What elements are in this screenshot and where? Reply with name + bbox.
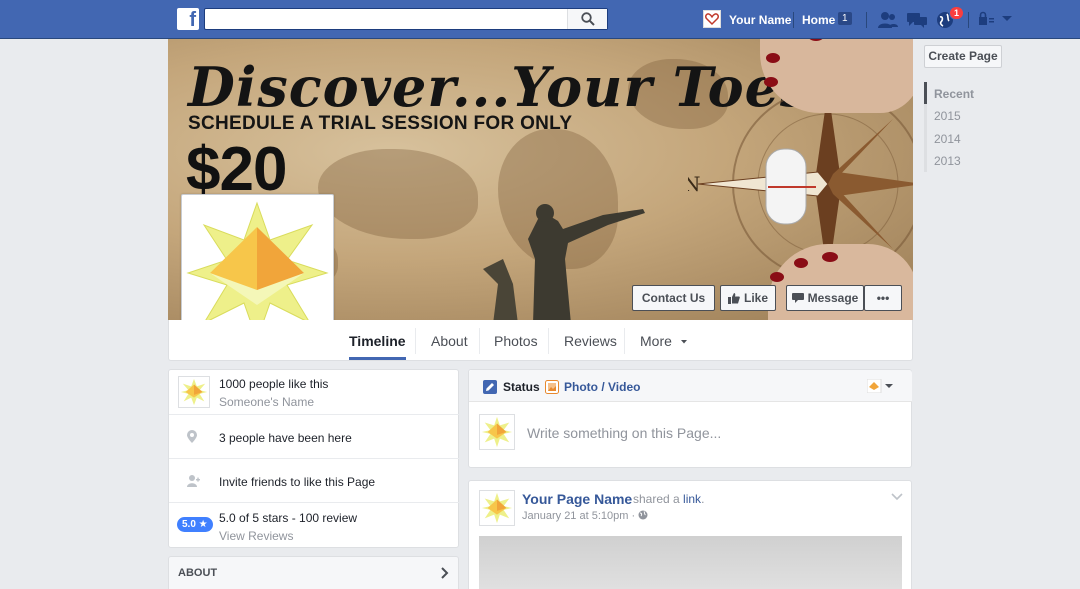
account-menu-chevron-down-icon[interactable] <box>1001 15 1013 23</box>
nav-divider <box>968 12 969 28</box>
caret-down-icon <box>680 340 687 344</box>
invite-friends-link[interactable]: Invite friends to like this Page <box>219 475 375 489</box>
page-info-card: 1000 people like this Someone's Name 3 p… <box>168 369 460 548</box>
top-navigation-bar: f Your Name Home 1 1 <box>0 0 1080 39</box>
search-icon <box>581 12 595 26</box>
location-pin-icon <box>187 430 197 443</box>
compass-north-label: N <box>688 172 701 196</box>
statue-image <box>483 204 645 320</box>
user-name-link[interactable]: Your Name <box>729 13 791 27</box>
create-page-button[interactable]: Create Page <box>924 45 1002 68</box>
message-button[interactable]: Message <box>786 285 864 311</box>
toenail <box>770 272 784 282</box>
post-timestamp[interactable]: January 21 at 5:10pm · <box>522 510 648 522</box>
page-avatar-small-icon <box>178 376 210 408</box>
post-link-image[interactable] <box>479 536 902 589</box>
rating-badge: 5.0 ★ <box>177 517 213 532</box>
tab-about[interactable]: About <box>431 320 468 360</box>
liker-name-link[interactable]: Someone's Name <box>219 395 314 409</box>
toenail <box>794 258 808 268</box>
tab-more-label: More <box>640 333 672 349</box>
checkins-row: 3 people have been here <box>169 415 460 459</box>
likes-row[interactable]: 1000 people like this Someone's Name <box>169 370 460 415</box>
like-button[interactable]: Like <box>720 285 776 311</box>
messages-icon[interactable] <box>906 11 928 29</box>
user-avatar[interactable] <box>703 10 721 28</box>
toenail <box>766 53 780 63</box>
cover-subheadline: SCHEDULE A TRIAL SESSION FOR ONLY <box>188 113 573 134</box>
post-action-link[interactable]: link <box>683 492 701 506</box>
composer-page-avatar-icon <box>479 414 515 450</box>
home-count-badge: 1 <box>838 12 852 25</box>
message-bubble-icon <box>791 293 804 303</box>
tab-photos[interactable]: Photos <box>494 320 538 360</box>
more-options-button[interactable]: ••• <box>864 285 902 311</box>
notification-count-badge: 1 <box>949 6 965 20</box>
nav-divider <box>793 12 794 28</box>
post-author-link[interactable]: Your Page Name <box>522 491 632 507</box>
timeline-year-rail-active <box>924 82 927 104</box>
rating-row[interactable]: 5.0 ★ 5.0 of 5 stars - 100 review View R… <box>169 503 460 548</box>
tab-divider <box>624 328 625 354</box>
privacy-lock-icon[interactable] <box>978 11 994 27</box>
like-button-label: Like <box>743 291 768 305</box>
toenail <box>808 39 824 41</box>
post-options-chevron-down-icon[interactable] <box>891 493 903 501</box>
map-continent <box>318 149 478 239</box>
page-tabs-bar: Timeline About Photos Reviews More <box>168 320 913 361</box>
tab-divider <box>415 328 416 354</box>
search-button[interactable] <box>567 9 607 29</box>
toenail <box>822 252 838 262</box>
toenail <box>764 77 778 87</box>
checkins-text: 3 people have been here <box>219 431 352 445</box>
thumbs-up-icon <box>727 293 740 304</box>
composer-tab-status[interactable]: Status <box>503 380 540 394</box>
friend-requests-icon[interactable] <box>877 11 899 29</box>
search-input[interactable] <box>204 8 608 30</box>
about-card-header: ABOUT <box>178 567 218 579</box>
rating-text: 5.0 of 5 stars - 100 review <box>219 511 358 525</box>
pencil-status-icon <box>483 380 497 394</box>
about-card[interactable]: ABOUT <box>168 556 459 589</box>
year-link-2014[interactable]: 2014 <box>934 132 961 146</box>
composer-tabs: Status Photo / Video <box>469 370 912 402</box>
photo-video-icon <box>545 380 559 394</box>
chevron-right-icon <box>441 567 449 579</box>
year-link-2015[interactable]: 2015 <box>934 109 961 123</box>
tab-timeline[interactable]: Timeline <box>349 320 406 360</box>
post-action-end: . <box>701 492 705 506</box>
timeline-post: Your Page Name shared a link. January 21… <box>468 480 912 589</box>
post-action-text: shared a link. <box>633 492 704 506</box>
composer-tab-photo-video[interactable]: Photo / Video <box>564 380 640 394</box>
nav-divider <box>866 12 867 28</box>
tab-divider <box>479 328 480 354</box>
post-page-avatar-icon[interactable] <box>479 490 515 526</box>
invite-friend-icon <box>187 475 200 487</box>
tab-divider <box>548 328 549 354</box>
year-link-2013[interactable]: 2013 <box>934 154 961 168</box>
tab-more[interactable]: More <box>640 320 688 360</box>
message-button-label: Message <box>807 291 859 305</box>
post-action-verb: shared a <box>633 492 680 506</box>
heart-logo-icon <box>705 13 719 26</box>
year-link-recent[interactable]: Recent <box>934 87 974 101</box>
public-globe-icon <box>638 510 648 520</box>
page-identity-selector-icon[interactable] <box>867 379 895 393</box>
post-date: January 21 at 5:10pm · <box>522 510 639 522</box>
composer-text-input[interactable]: Write something on this Page... <box>527 425 721 441</box>
facebook-logo-icon[interactable]: f <box>177 8 199 31</box>
tab-reviews[interactable]: Reviews <box>564 320 617 360</box>
post-composer: Status Photo / Video Write something on … <box>468 369 912 468</box>
view-reviews-link[interactable]: View Reviews <box>219 529 293 543</box>
home-link[interactable]: Home <box>802 13 835 27</box>
contact-us-button[interactable]: Contact Us <box>632 285 715 311</box>
invite-row[interactable]: Invite friends to like this Page <box>169 459 460 503</box>
likes-count-text: 1000 people like this <box>219 377 329 391</box>
